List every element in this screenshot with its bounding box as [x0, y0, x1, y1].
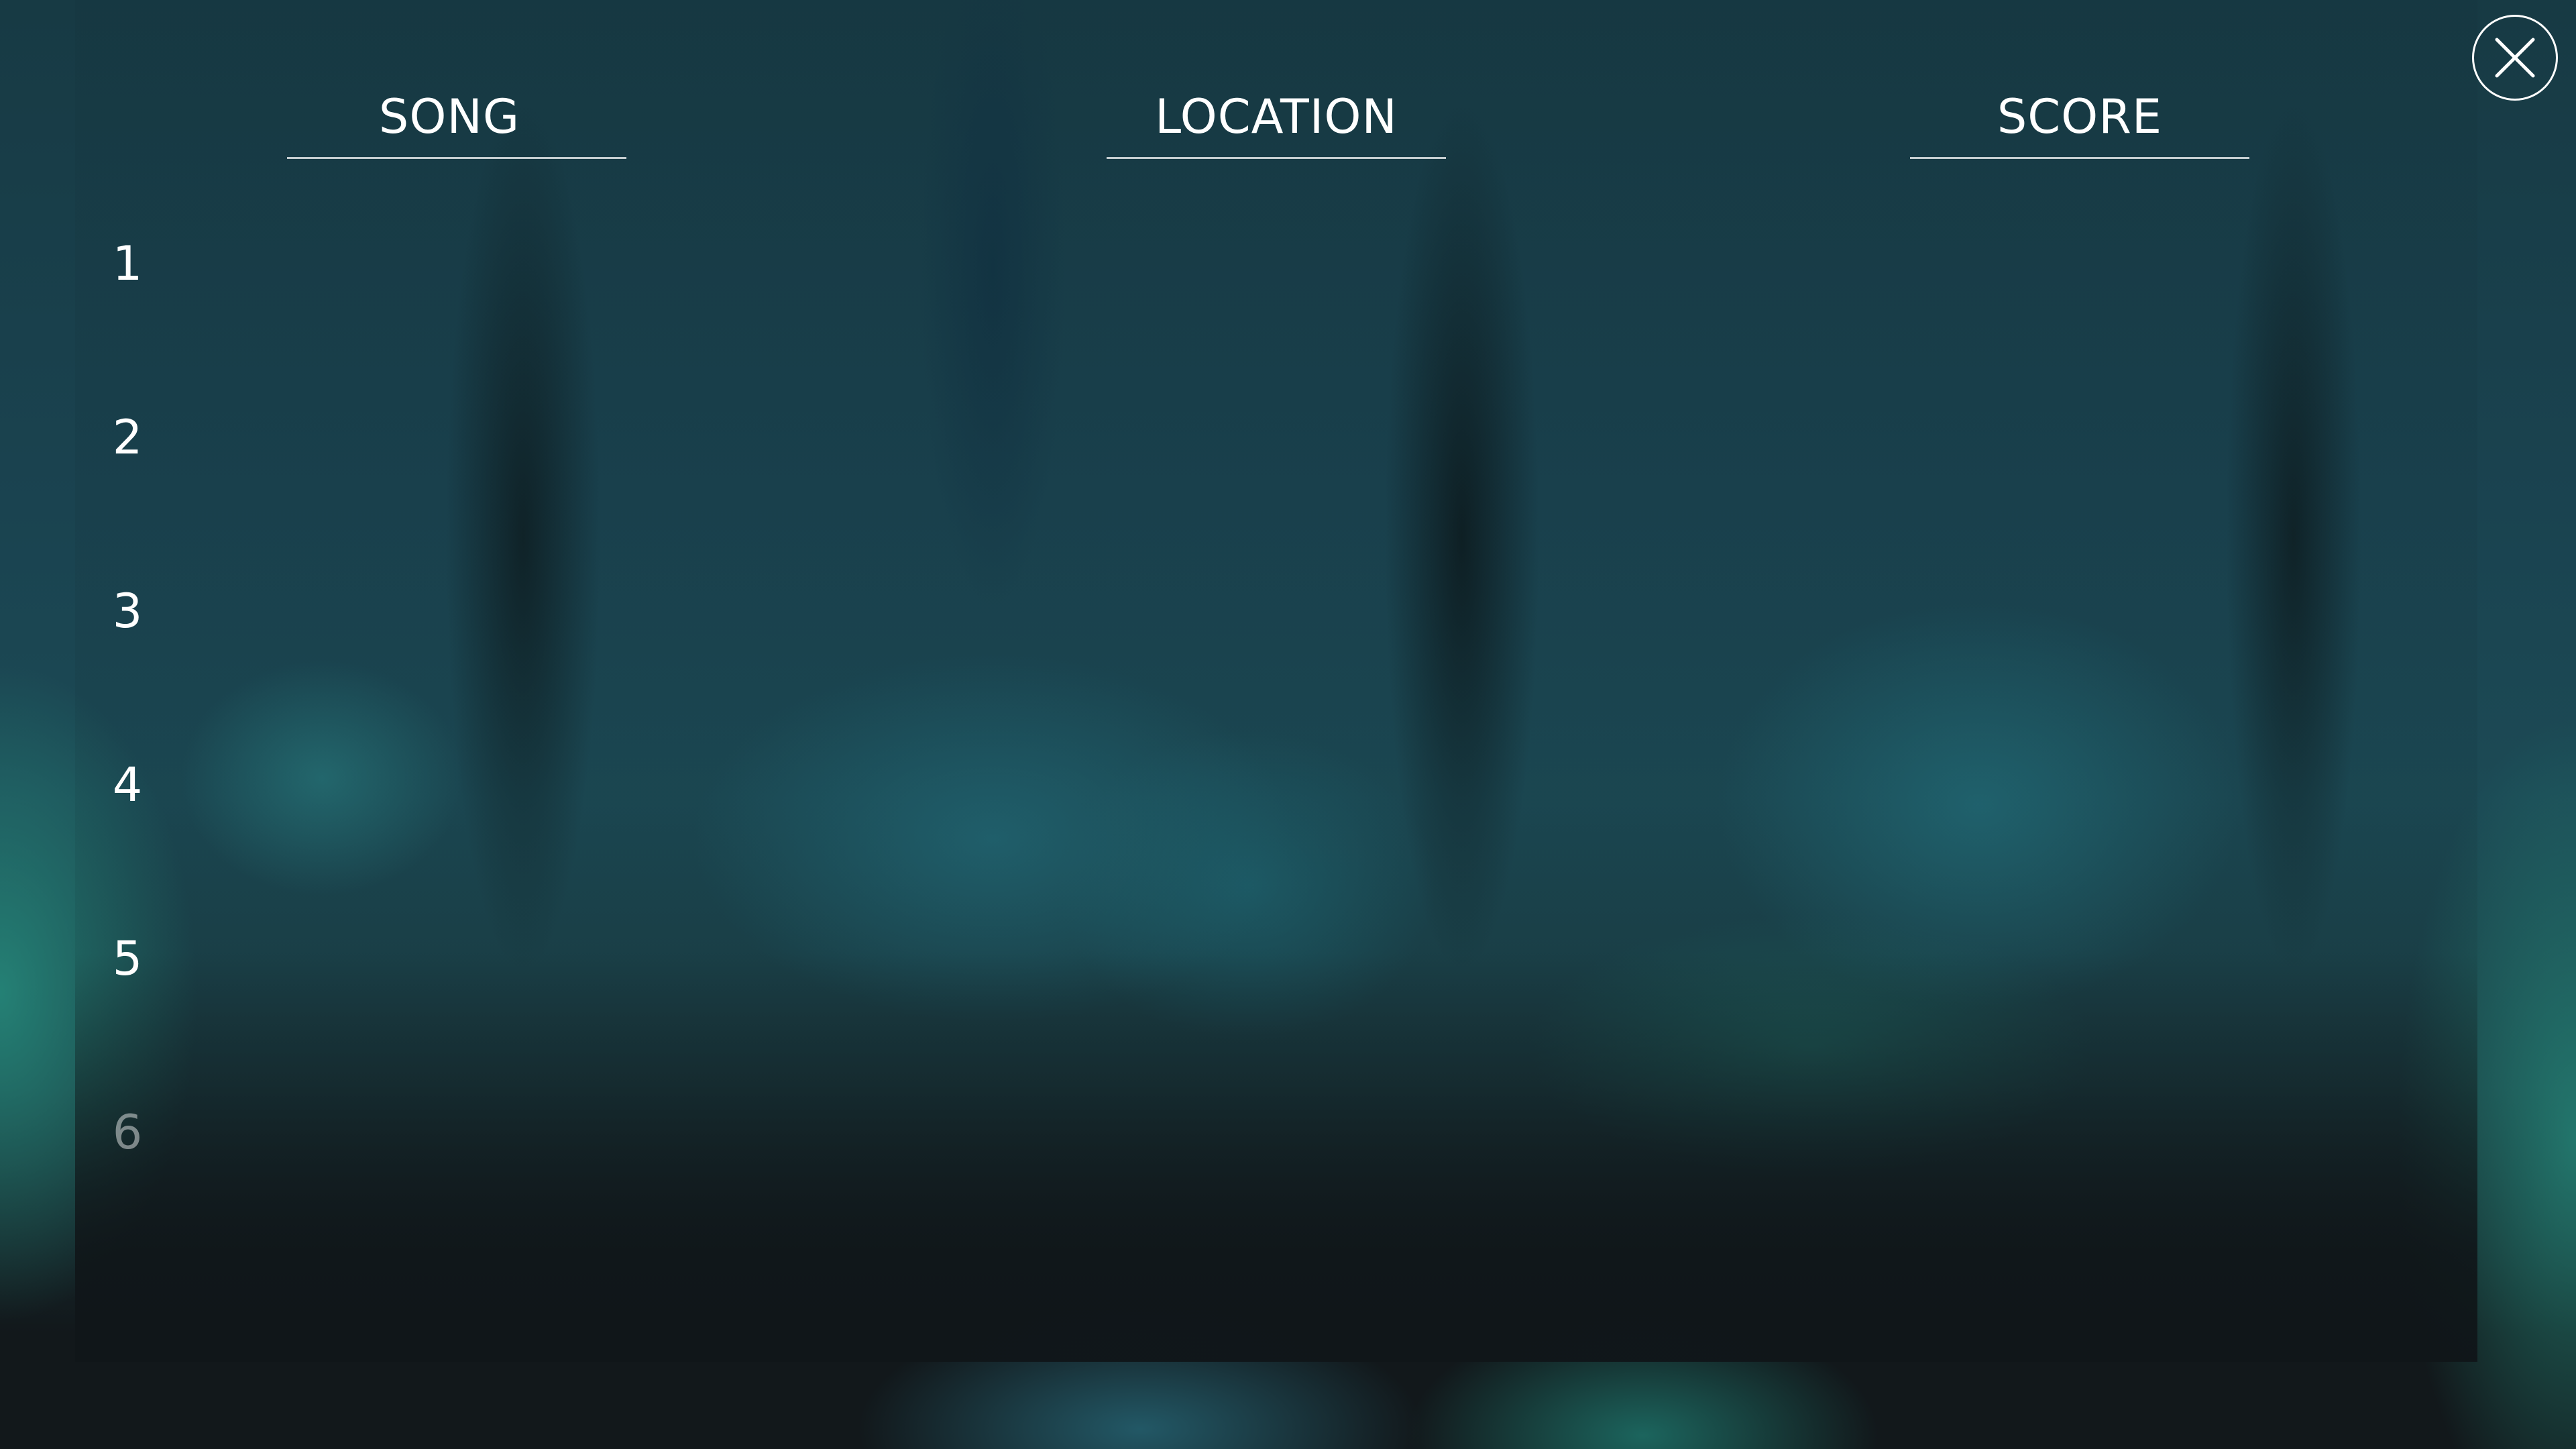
leaderboard-panel — [75, 0, 2477, 1362]
rank-number: 1 — [112, 236, 143, 291]
rank-number: 2 — [112, 410, 143, 465]
column-header-song: SONG — [378, 89, 520, 144]
column-underline-song — [287, 157, 626, 159]
column-underline-score — [1910, 157, 2249, 159]
column-header-score: SCORE — [1997, 89, 2163, 144]
column-underline-location — [1107, 157, 1446, 159]
close-button[interactable] — [2472, 15, 2558, 101]
column-header-location: LOCATION — [1155, 89, 1398, 144]
leaderboard-screen: SONG LOCATION SCORE 1 2 3 4 5 6 — [0, 0, 2576, 1449]
rank-number: 3 — [112, 584, 143, 639]
rank-number: 5 — [112, 931, 143, 986]
rank-number: 6 — [112, 1105, 143, 1160]
close-icon — [2495, 38, 2535, 78]
rank-number: 4 — [112, 757, 143, 812]
